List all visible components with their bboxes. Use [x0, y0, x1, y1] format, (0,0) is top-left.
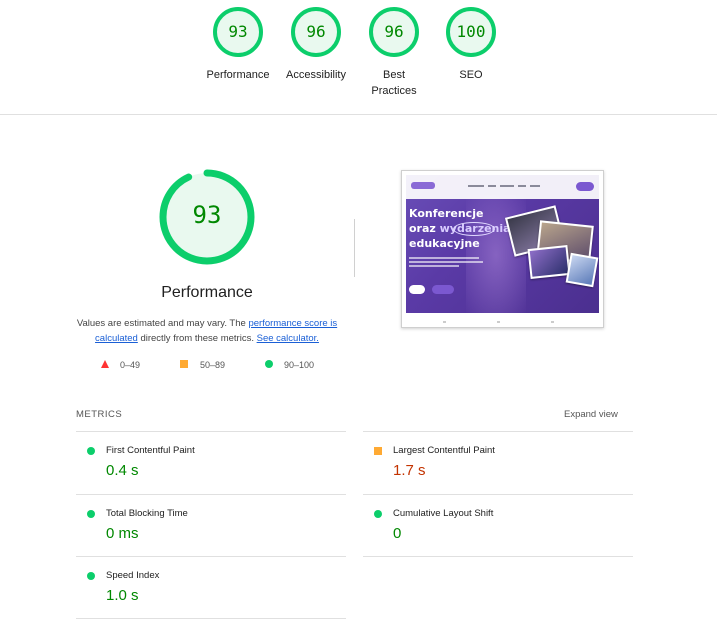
metric-name: Cumulative Layout Shift — [393, 508, 494, 519]
metric-largest-contentful-paint[interactable]: Largest Contentful Paint 1.7 s — [363, 432, 623, 492]
nav-button — [576, 182, 594, 191]
score-value: 96 — [306, 22, 326, 41]
metrics-header: METRICS — [76, 409, 123, 420]
divider — [354, 219, 355, 277]
divider — [363, 556, 633, 557]
legend-good: 90–100 — [265, 360, 314, 370]
circle-icon — [87, 572, 95, 580]
performance-description: Values are estimated and may vary. The p… — [72, 316, 342, 346]
logo-icon — [411, 182, 435, 189]
legend-range: 90–100 — [284, 360, 315, 370]
metric-total-blocking-time[interactable]: Total Blocking Time 0 ms — [76, 495, 336, 555]
score-value: 100 — [456, 22, 486, 41]
expand-view-toggle[interactable]: Expand view — [564, 409, 618, 420]
gauge-label: Best Practices — [371, 69, 417, 97]
legend-poor: 0–49 — [101, 360, 140, 370]
legend-range: 0–49 — [120, 360, 141, 370]
final-screenshot[interactable]: Konferencje oraz wydarzenia edukacyjne — [401, 170, 604, 328]
circle-icon — [87, 447, 95, 455]
gauge-best-practices[interactable]: 96 Best Practices — [354, 6, 434, 99]
nav-link — [500, 185, 514, 187]
metric-first-contentful-paint[interactable]: First Contentful Paint 0.4 s — [76, 432, 336, 492]
score-ring: 96 — [368, 6, 420, 58]
score-value: 96 — [384, 22, 404, 41]
metric-value: 0 — [393, 525, 402, 542]
metric-name: Largest Contentful Paint — [393, 445, 495, 456]
hero-button — [409, 285, 425, 294]
hero-heading-text: oraz — [409, 222, 440, 235]
metric-value: 0.4 s — [106, 462, 139, 479]
square-icon — [180, 360, 188, 368]
gauge-label: Performance — [206, 69, 270, 81]
hero-heading-line1: Konferencje — [409, 207, 484, 220]
metric-value: 1.7 s — [393, 462, 426, 479]
metric-name: Speed Index — [106, 570, 160, 581]
performance-score-gauge: 93 — [157, 167, 257, 267]
hero-button — [432, 285, 454, 294]
circle-icon — [87, 510, 95, 518]
nav-link — [488, 185, 496, 187]
screenshot-hero: Konferencje oraz wydarzenia edukacyjne — [406, 175, 599, 313]
desc-text: directly from these metrics. — [137, 333, 257, 344]
performance-score-value: 93 — [192, 201, 222, 229]
nav-link — [468, 185, 484, 187]
circle-icon — [374, 510, 382, 518]
highlight-oval — [453, 222, 495, 236]
metric-value: 1.0 s — [106, 587, 139, 604]
circle-icon — [265, 360, 273, 368]
legend-range: 50–89 — [200, 360, 226, 370]
divider — [76, 618, 346, 619]
metric-name: Total Blocking Time — [106, 508, 188, 519]
gauge-seo[interactable]: 100 SEO — [431, 6, 511, 83]
footer-mark — [551, 321, 554, 323]
score-ring: 100 — [445, 6, 497, 58]
see-calculator-link[interactable]: See calculator. — [257, 333, 319, 344]
hero-paragraph-line — [409, 261, 483, 263]
desc-text: Values are estimated and may vary. The — [76, 318, 249, 329]
gauge-label: Accessibility — [286, 69, 346, 81]
nav-link — [530, 185, 540, 187]
metric-speed-index[interactable]: Speed Index 1.0 s — [76, 557, 336, 617]
score-ring: 93 — [212, 6, 264, 58]
triangle-icon — [101, 360, 109, 368]
square-icon — [374, 447, 382, 455]
legend-average: 50–89 — [180, 360, 225, 370]
screenshot-nav — [406, 175, 599, 199]
score-ring: 96 — [290, 6, 342, 58]
metric-cumulative-layout-shift[interactable]: Cumulative Layout Shift 0 — [363, 495, 623, 555]
category-gauges-bar: 93 Performance 96 Accessibility 96 Best … — [0, 0, 717, 115]
hero-paragraph-line — [409, 257, 479, 259]
footer-mark — [497, 321, 500, 323]
gauge-label: SEO — [459, 69, 483, 81]
hero-photo — [565, 252, 599, 288]
nav-link — [518, 185, 526, 187]
performance-title: Performance — [161, 284, 253, 301]
score-value: 93 — [228, 22, 248, 41]
hero-paragraph-line — [409, 265, 459, 267]
gauge-performance[interactable]: 93 Performance — [198, 6, 278, 83]
metric-value: 0 ms — [106, 525, 139, 542]
footer-mark — [443, 321, 446, 323]
hero-photo — [527, 244, 571, 280]
gauge-accessibility[interactable]: 96 Accessibility — [276, 6, 356, 83]
metric-name: First Contentful Paint — [106, 445, 195, 456]
hero-heading-line3: edukacyjne — [409, 237, 480, 250]
